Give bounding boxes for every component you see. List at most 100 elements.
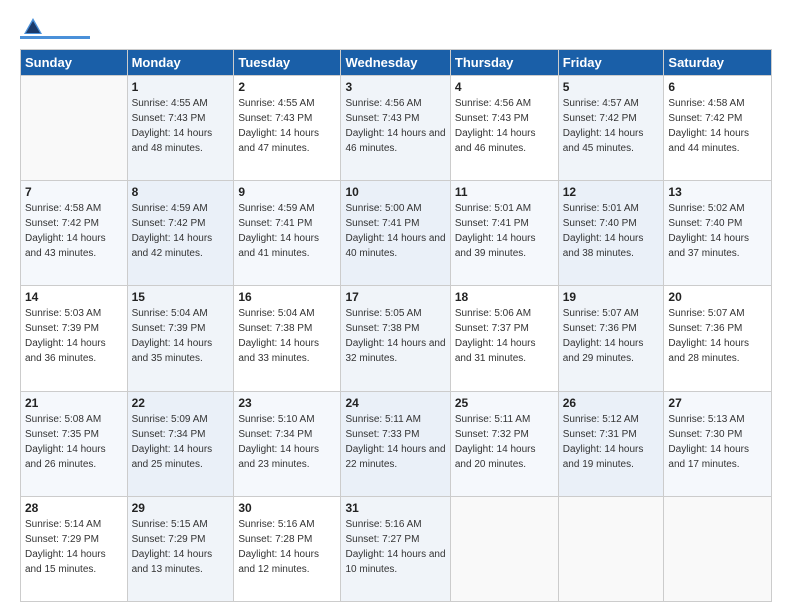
logo bbox=[20, 16, 90, 39]
day-number: 6 bbox=[668, 80, 767, 94]
day-info: Sunrise: 5:04 AMSunset: 7:39 PMDaylight:… bbox=[132, 308, 213, 364]
day-cell: 12Sunrise: 5:01 AMSunset: 7:40 PMDayligh… bbox=[558, 181, 664, 286]
day-cell: 23 Sunrise: 5:10 AMSunset: 7:34 PMDayligh… bbox=[234, 391, 341, 496]
day-cell: 22Sunrise: 5:09 AMSunset: 7:34 PMDayligh… bbox=[127, 391, 234, 496]
day-info: Sunrise: 4:56 AMSunset: 7:43 PMDaylight:… bbox=[345, 98, 445, 154]
week-row-3: 21 Sunrise: 5:08 AMSunset: 7:35 PMDayligh… bbox=[21, 391, 772, 496]
day-number: 25 bbox=[455, 396, 554, 410]
day-cell: 3Sunrise: 4:56 AMSunset: 7:43 PMDaylight… bbox=[341, 76, 450, 181]
day-cell: 1 Sunrise: 4:55 AMSunset: 7:43 PMDaylight… bbox=[127, 76, 234, 181]
day-info: Sunrise: 5:03 AMSunset: 7:39 PMDaylight:… bbox=[25, 308, 106, 364]
day-info: Sunrise: 4:56 AMSunset: 7:43 PMDaylight:… bbox=[455, 98, 536, 154]
day-number: 20 bbox=[668, 290, 767, 304]
day-info: Sunrise: 5:12 AMSunset: 7:31 PMDaylight:… bbox=[563, 414, 644, 470]
day-number: 15 bbox=[132, 290, 230, 304]
day-info: Sunrise: 5:16 AMSunset: 7:27 PMDaylight:… bbox=[345, 519, 445, 575]
day-info: Sunrise: 5:01 AMSunset: 7:41 PMDaylight:… bbox=[455, 203, 536, 259]
day-cell: 24 Sunrise: 5:11 AMSunset: 7:33 PMDayligh… bbox=[341, 391, 450, 496]
day-info: Sunrise: 5:09 AMSunset: 7:34 PMDaylight:… bbox=[132, 414, 213, 470]
logo-underline bbox=[20, 36, 90, 39]
day-cell: 26 Sunrise: 5:12 AMSunset: 7:31 PMDayligh… bbox=[558, 391, 664, 496]
week-row-1: 7 Sunrise: 4:58 AMSunset: 7:42 PMDaylight… bbox=[21, 181, 772, 286]
day-number: 10 bbox=[345, 185, 445, 199]
day-number: 1 bbox=[132, 80, 230, 94]
day-info: Sunrise: 5:02 AMSunset: 7:40 PMDaylight:… bbox=[668, 203, 749, 259]
day-info: Sunrise: 4:59 AMSunset: 7:42 PMDaylight:… bbox=[132, 203, 213, 259]
day-number: 8 bbox=[132, 185, 230, 199]
day-info: Sunrise: 4:58 AMSunset: 7:42 PMDaylight:… bbox=[668, 98, 749, 154]
day-info: Sunrise: 5:06 AMSunset: 7:37 PMDaylight:… bbox=[455, 308, 536, 364]
day-info: Sunrise: 5:00 AMSunset: 7:41 PMDaylight:… bbox=[345, 203, 445, 259]
day-cell: 31 Sunrise: 5:16 AMSunset: 7:27 PMDayligh… bbox=[341, 496, 450, 601]
day-number: 16 bbox=[238, 290, 336, 304]
page: Sunday Monday Tuesday Wednesday Thursday… bbox=[0, 0, 792, 612]
day-number: 23 bbox=[238, 396, 336, 410]
day-info: Sunrise: 4:57 AMSunset: 7:42 PMDaylight:… bbox=[563, 98, 644, 154]
day-cell: 21 Sunrise: 5:08 AMSunset: 7:35 PMDayligh… bbox=[21, 391, 128, 496]
day-cell: 14 Sunrise: 5:03 AMSunset: 7:39 PMDayligh… bbox=[21, 286, 128, 391]
day-info: Sunrise: 5:05 AMSunset: 7:38 PMDaylight:… bbox=[345, 308, 445, 364]
day-number: 28 bbox=[25, 501, 123, 515]
day-cell: 11 Sunrise: 5:01 AMSunset: 7:41 PMDayligh… bbox=[450, 181, 558, 286]
calendar-body: 1 Sunrise: 4:55 AMSunset: 7:43 PMDaylight… bbox=[21, 76, 772, 602]
col-tuesday: Tuesday bbox=[234, 50, 341, 76]
col-thursday: Thursday bbox=[450, 50, 558, 76]
day-cell: 20 Sunrise: 5:07 AMSunset: 7:36 PMDayligh… bbox=[664, 286, 772, 391]
day-number: 4 bbox=[455, 80, 554, 94]
day-cell: 18Sunrise: 5:06 AMSunset: 7:37 PMDayligh… bbox=[450, 286, 558, 391]
day-cell: 7 Sunrise: 4:58 AMSunset: 7:42 PMDaylight… bbox=[21, 181, 128, 286]
day-cell: 29 Sunrise: 5:15 AMSunset: 7:29 PMDayligh… bbox=[127, 496, 234, 601]
header bbox=[20, 16, 772, 39]
day-info: Sunrise: 5:11 AMSunset: 7:32 PMDaylight:… bbox=[455, 414, 536, 470]
day-number: 14 bbox=[25, 290, 123, 304]
week-row-4: 28 Sunrise: 5:14 AMSunset: 7:29 PMDayligh… bbox=[21, 496, 772, 601]
day-cell: 13 Sunrise: 5:02 AMSunset: 7:40 PMDayligh… bbox=[664, 181, 772, 286]
col-saturday: Saturday bbox=[664, 50, 772, 76]
day-info: Sunrise: 5:07 AMSunset: 7:36 PMDaylight:… bbox=[563, 308, 644, 364]
day-info: Sunrise: 4:55 AMSunset: 7:43 PMDaylight:… bbox=[238, 98, 319, 154]
day-cell: 16 Sunrise: 5:04 AMSunset: 7:38 PMDayligh… bbox=[234, 286, 341, 391]
day-cell: 9 Sunrise: 4:59 AMSunset: 7:41 PMDaylight… bbox=[234, 181, 341, 286]
day-number: 12 bbox=[563, 185, 660, 199]
header-row: Sunday Monday Tuesday Wednesday Thursday… bbox=[21, 50, 772, 76]
day-cell: 30Sunrise: 5:16 AMSunset: 7:28 PMDayligh… bbox=[234, 496, 341, 601]
day-number: 11 bbox=[455, 185, 554, 199]
day-number: 17 bbox=[345, 290, 445, 304]
day-cell: 6 Sunrise: 4:58 AMSunset: 7:42 PMDaylight… bbox=[664, 76, 772, 181]
week-row-0: 1 Sunrise: 4:55 AMSunset: 7:43 PMDaylight… bbox=[21, 76, 772, 181]
day-number: 21 bbox=[25, 396, 123, 410]
day-info: Sunrise: 5:08 AMSunset: 7:35 PMDaylight:… bbox=[25, 414, 106, 470]
day-number: 31 bbox=[345, 501, 445, 515]
day-cell: 10 Sunrise: 5:00 AMSunset: 7:41 PMDayligh… bbox=[341, 181, 450, 286]
day-cell: 5 Sunrise: 4:57 AMSunset: 7:42 PMDaylight… bbox=[558, 76, 664, 181]
day-cell bbox=[21, 76, 128, 181]
col-friday: Friday bbox=[558, 50, 664, 76]
day-cell: 17 Sunrise: 5:05 AMSunset: 7:38 PMDayligh… bbox=[341, 286, 450, 391]
calendar-table: Sunday Monday Tuesday Wednesday Thursday… bbox=[20, 49, 772, 602]
col-wednesday: Wednesday bbox=[341, 50, 450, 76]
day-info: Sunrise: 5:14 AMSunset: 7:29 PMDaylight:… bbox=[25, 519, 106, 575]
day-info: Sunrise: 4:59 AMSunset: 7:41 PMDaylight:… bbox=[238, 203, 319, 259]
day-cell: 28 Sunrise: 5:14 AMSunset: 7:29 PMDayligh… bbox=[21, 496, 128, 601]
week-row-2: 14 Sunrise: 5:03 AMSunset: 7:39 PMDayligh… bbox=[21, 286, 772, 391]
day-cell bbox=[664, 496, 772, 601]
day-info: Sunrise: 5:11 AMSunset: 7:33 PMDaylight:… bbox=[345, 414, 445, 470]
day-cell: 15 Sunrise: 5:04 AMSunset: 7:39 PMDayligh… bbox=[127, 286, 234, 391]
day-info: Sunrise: 5:07 AMSunset: 7:36 PMDaylight:… bbox=[668, 308, 749, 364]
day-info: Sunrise: 4:58 AMSunset: 7:42 PMDaylight:… bbox=[25, 203, 106, 259]
day-number: 13 bbox=[668, 185, 767, 199]
day-info: Sunrise: 5:15 AMSunset: 7:29 PMDaylight:… bbox=[132, 519, 213, 575]
day-number: 26 bbox=[563, 396, 660, 410]
day-number: 24 bbox=[345, 396, 445, 410]
day-info: Sunrise: 5:10 AMSunset: 7:34 PMDaylight:… bbox=[238, 414, 319, 470]
day-number: 29 bbox=[132, 501, 230, 515]
day-number: 7 bbox=[25, 185, 123, 199]
day-cell: 2Sunrise: 4:55 AMSunset: 7:43 PMDaylight… bbox=[234, 76, 341, 181]
day-number: 5 bbox=[563, 80, 660, 94]
logo-icon bbox=[22, 16, 44, 38]
day-number: 27 bbox=[668, 396, 767, 410]
day-info: Sunrise: 4:55 AMSunset: 7:43 PMDaylight:… bbox=[132, 98, 213, 154]
day-info: Sunrise: 5:04 AMSunset: 7:38 PMDaylight:… bbox=[238, 308, 319, 364]
day-number: 9 bbox=[238, 185, 336, 199]
day-info: Sunrise: 5:13 AMSunset: 7:30 PMDaylight:… bbox=[668, 414, 749, 470]
